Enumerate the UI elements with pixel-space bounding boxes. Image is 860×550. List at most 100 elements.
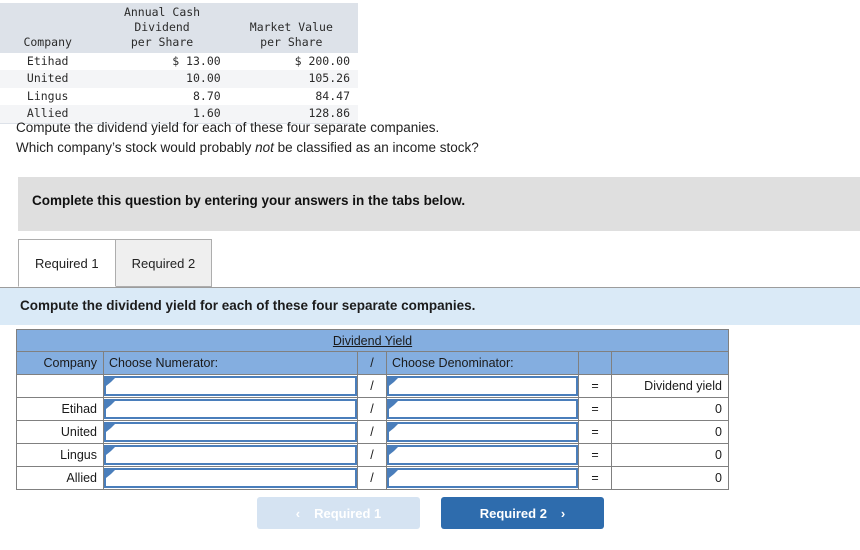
previous-required-button-label: Required 1: [314, 505, 382, 521]
source-table-head: Company Annual Cash Dividend per Share M…: [0, 3, 358, 53]
question-line-2: Which company’s stock would probably not…: [16, 138, 816, 158]
source-header-dividend-line1: Annual Cash Dividend: [123, 5, 201, 35]
previous-required-button[interactable]: ‹ Required 1: [257, 497, 420, 529]
denominator-dropdown-label-row[interactable]: [386, 374, 579, 398]
source-cell-dividend: 8.70: [192, 88, 221, 103]
dropdown-arrow-icon: [389, 378, 398, 386]
answer-header-company: Company: [16, 351, 104, 375]
answer-cell-company-united: United: [16, 420, 104, 444]
instruction-banner: Complete this question by entering your …: [18, 177, 860, 231]
numerator-input[interactable]: [104, 468, 357, 488]
denominator-dropdown-united[interactable]: [386, 420, 579, 444]
answer-cell-result-label: Dividend yield: [611, 374, 729, 398]
answer-cell-company-etihad: Etihad: [16, 397, 104, 421]
numerator-input[interactable]: [104, 445, 357, 465]
numerator-input[interactable]: [104, 422, 357, 442]
answer-table-title: Dividend Yield: [332, 333, 413, 348]
numerator-dropdown-lingus[interactable]: [103, 443, 358, 467]
dropdown-arrow-icon: [389, 447, 398, 455]
source-cell-dividend: $ 13.00: [172, 53, 221, 68]
table-row: / = Dividend yield: [16, 374, 729, 398]
tab-required-2-label: Required 2: [131, 255, 196, 271]
dropdown-arrow-icon: [389, 401, 398, 409]
denominator-input[interactable]: [387, 445, 578, 465]
denominator-input[interactable]: [387, 422, 578, 442]
tab-required-1-label: Required 1: [35, 255, 99, 271]
source-cell-market: $ 200.00: [294, 53, 350, 68]
next-required-button-label: Required 2: [479, 505, 547, 521]
question-text: Compute the dividend yield for each of t…: [16, 118, 816, 158]
answer-header-result: [611, 351, 729, 375]
source-cell-market: 105.26: [228, 70, 358, 88]
denominator-dropdown-etihad[interactable]: [386, 397, 579, 421]
dropdown-arrow-icon: [106, 401, 115, 409]
dropdown-arrow-icon: [389, 424, 398, 432]
dropdown-arrow-icon: [389, 470, 398, 478]
source-cell-company: Etihad: [26, 53, 69, 68]
table-row: United / = 0: [16, 420, 729, 444]
dividend-yield-answer-table: Dividend Yield Company Choose Numerator:…: [16, 329, 729, 490]
chevron-right-icon: ›: [560, 505, 566, 521]
question-line-1: Compute the dividend yield for each of t…: [16, 120, 440, 135]
next-required-button[interactable]: Required 2 ›: [441, 497, 604, 529]
sub-instruction-text: Compute the dividend yield for each of t…: [20, 298, 476, 313]
answer-cell-slash: /: [357, 443, 387, 467]
answer-table-title-cell: Dividend Yield: [16, 329, 729, 352]
source-table-header-row: Company Annual Cash Dividend per Share M…: [0, 3, 358, 53]
answer-cell-result-united: 0: [611, 420, 729, 444]
answer-cell-slash: /: [357, 420, 387, 444]
numerator-dropdown-united[interactable]: [103, 420, 358, 444]
answer-cell-company: [16, 374, 104, 398]
question-line-2-pre: Which company’s stock would probably: [16, 140, 256, 155]
table-row: Etihad $ 13.00 $ 200.00: [0, 53, 358, 71]
source-header-market: Market Value per Share: [228, 3, 358, 53]
source-header-market-line1: Market Value: [249, 20, 333, 35]
tab-required-2[interactable]: Required 2: [114, 239, 213, 287]
source-header-company: Company: [0, 3, 100, 53]
numerator-input[interactable]: [104, 399, 357, 419]
question-emphasis-not: not: [255, 140, 274, 155]
denominator-input[interactable]: [387, 399, 578, 419]
denominator-dropdown-lingus[interactable]: [386, 443, 579, 467]
answer-table-body: Dividend Yield Company Choose Numerator:…: [16, 329, 729, 490]
answer-cell-slash: /: [357, 374, 387, 398]
source-data-table: Company Annual Cash Dividend per Share M…: [0, 3, 358, 124]
answer-cell-equals: =: [578, 374, 612, 398]
dividend-source-table: Company Annual Cash Dividend per Share M…: [0, 3, 358, 124]
source-header-dividend: Annual Cash Dividend per Share: [99, 3, 229, 53]
sub-instruction-bar: Compute the dividend yield for each of t…: [0, 287, 860, 325]
table-row: Allied / = 0: [16, 466, 729, 490]
denominator-input[interactable]: [387, 468, 578, 488]
answer-table-title-row: Dividend Yield: [16, 329, 729, 352]
answer-cell-result-etihad: 0: [611, 397, 729, 421]
source-table-body: Etihad $ 13.00 $ 200.00 United 10.00 105…: [0, 53, 358, 124]
denominator-input[interactable]: [387, 376, 578, 396]
numerator-input[interactable]: [104, 376, 357, 396]
answer-header-numerator: Choose Numerator:: [103, 351, 358, 375]
answer-cell-slash: /: [357, 397, 387, 421]
tab-bar: Required 1 Required 2: [18, 239, 213, 287]
answer-cell-equals: =: [578, 443, 612, 467]
table-row: Lingus / = 0: [16, 443, 729, 467]
answer-table-header-row: Company Choose Numerator: / Choose Denom…: [16, 351, 729, 375]
numerator-dropdown-etihad[interactable]: [103, 397, 358, 421]
table-row: United 10.00 105.26: [0, 70, 358, 88]
dropdown-arrow-icon: [106, 447, 115, 455]
source-cell-market: 84.47: [315, 88, 350, 103]
source-cell-company: Lingus: [26, 88, 69, 103]
table-row: Etihad / = 0: [16, 397, 729, 421]
answer-header-denominator: Choose Denominator:: [386, 351, 579, 375]
answer-cell-result-allied: 0: [611, 466, 729, 490]
instruction-banner-text: Complete this question by entering your …: [32, 193, 466, 208]
answer-cell-equals: =: [578, 397, 612, 421]
dropdown-arrow-icon: [106, 378, 115, 386]
numerator-dropdown-allied[interactable]: [103, 466, 358, 490]
answer-cell-company-allied: Allied: [16, 466, 104, 490]
navigation-buttons: ‹ Required 1 Required 2 ›: [0, 497, 860, 531]
denominator-dropdown-allied[interactable]: [386, 466, 579, 490]
source-cell-company: United: [0, 70, 100, 88]
dropdown-arrow-icon: [106, 424, 115, 432]
numerator-dropdown-label-row[interactable]: [103, 374, 358, 398]
tab-required-1[interactable]: Required 1: [18, 239, 116, 287]
source-header-dividend-line2: per Share: [130, 35, 194, 50]
